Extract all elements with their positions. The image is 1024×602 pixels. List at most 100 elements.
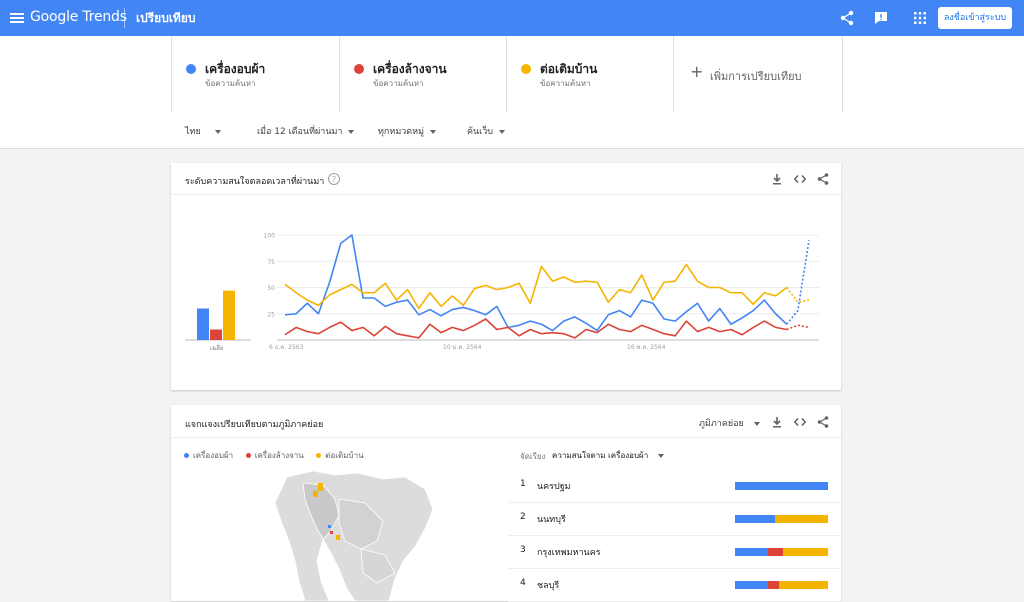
- series-line-partial[interactable]: [786, 287, 810, 304]
- feedback-icon[interactable]: [872, 9, 890, 27]
- filters-bar: ไทย เมื่อ 12 เดือนที่ผ่านมา ทุกหมวดหมู่ …: [0, 112, 1024, 149]
- average-label: เฉลี่ย: [210, 345, 224, 352]
- subregion-card-title: แจกแจงเปรียบเทียบตามภูมิภาคย่อย: [185, 420, 324, 430]
- resolution-selector[interactable]: ภูมิภาคย่อย: [699, 416, 760, 430]
- sort-selector[interactable]: ความสนใจตาม เครื่องอบผ้า: [552, 449, 665, 462]
- top-app-bar: Google Trends เปรียบเทียบ ลงชื่อเข้าสู่ร…: [0, 0, 1024, 36]
- app-logo[interactable]: Google Trends: [30, 9, 127, 25]
- legend-item: เครื่องล้างจาน: [245, 451, 304, 460]
- region-name: กรุงเทพมหานคร: [537, 548, 601, 558]
- term-1-type: ข้อความค้นหา: [205, 79, 256, 88]
- search-type-filter-label: ค้นเว็บ: [467, 127, 494, 137]
- region-share-segment: [735, 482, 828, 490]
- region-share-segment: [778, 581, 828, 589]
- region-share-segment: [735, 515, 775, 523]
- region-row[interactable]: 3 กรุงเทพมหานคร: [508, 536, 842, 569]
- legend-item: ต่อเติมบ้าน: [316, 451, 364, 460]
- sort-value: ความสนใจตาม เครื่องอบผ้า: [552, 451, 649, 460]
- resolution-label: ภูมิภาคย่อย: [699, 419, 744, 429]
- term-card-2[interactable]: เครื่องล้างจาน ข้อความค้นหา: [339, 36, 507, 112]
- region-share-segment: [774, 515, 828, 523]
- chevron-down-icon: [499, 129, 506, 134]
- add-comparison-button[interactable]: + เพิ่มการเปรียบเทียบ: [673, 36, 843, 112]
- term-card-3[interactable]: ต่อเติมบ้าน ข้อความค้นหา: [506, 36, 674, 112]
- region-share-segment: [768, 548, 784, 556]
- term-2-type: ข้อความค้นหา: [373, 79, 424, 88]
- legend-label: ต่อเติมบ้าน: [325, 451, 364, 460]
- interest-line-chart: 25 50 75 100 6 ธ.ค. 2563 10 ม.ค. 2564 16 พ.ค.…: [185, 233, 819, 351]
- region-row[interactable]: 1 นครปฐม: [508, 470, 842, 503]
- subregion-legend: เครื่องอบผ้า เครื่องล้างจาน ต่อเติมบ้าน: [184, 449, 374, 462]
- average-bar[interactable]: [197, 308, 209, 341]
- region-row[interactable]: 4 ชลบุรี: [508, 569, 842, 602]
- sign-in-button[interactable]: ลงชื่อเข้าสู่ระบบ: [938, 7, 1012, 29]
- y-tick-label: 25: [267, 311, 275, 318]
- term-3-color-dot: [521, 64, 531, 74]
- embed-icon[interactable]: [793, 415, 807, 429]
- period-filter[interactable]: เมื่อ 12 เดือนที่ผ่านมา: [257, 124, 355, 138]
- region-share-bar: [735, 482, 828, 490]
- sort-label: จัดเรียง: [520, 452, 546, 461]
- region-share-bar: [735, 548, 828, 556]
- map-region-marker[interactable]: [330, 531, 333, 534]
- region-filter-label: ไทย: [185, 127, 201, 137]
- plus-icon: +: [690, 62, 704, 81]
- card-header-divider: [171, 437, 841, 438]
- share-icon[interactable]: [838, 9, 856, 27]
- y-tick-label: 100: [264, 233, 276, 240]
- term-card-1[interactable]: เครื่องอบผ้า ข้อความค้นหา: [171, 36, 339, 112]
- category-filter-label: ทุกหมวดหมู่: [378, 127, 425, 137]
- region-share-segment: [783, 548, 828, 556]
- region-rank: 4: [520, 578, 526, 588]
- region-name: นครปฐม: [537, 482, 571, 492]
- legend-label: เครื่องอบผ้า: [193, 451, 234, 460]
- chevron-down-icon: [658, 453, 665, 458]
- term-1-color-dot: [186, 64, 196, 74]
- chevron-down-icon: [348, 129, 355, 134]
- region-rank: 1: [520, 479, 526, 489]
- share-icon[interactable]: [816, 415, 830, 429]
- chevron-down-icon: [214, 129, 221, 134]
- comparison-terms-bar: เครื่องอบผ้า ข้อความค้นหา เครื่องล้างจาน…: [0, 36, 1024, 113]
- region-share-segment: [735, 548, 769, 556]
- chevron-down-icon: [430, 129, 437, 134]
- y-tick-label: 75: [267, 259, 275, 266]
- x-tick-label: 16 พ.ค. 2564: [627, 344, 666, 351]
- map-region-marker[interactable]: [313, 491, 318, 497]
- x-tick-label: 6 ธ.ค. 2563: [269, 344, 304, 351]
- average-bar[interactable]: [223, 290, 235, 340]
- header-divider: [124, 8, 125, 28]
- category-filter[interactable]: ทุกหมวดหมู่: [378, 124, 437, 138]
- region-name: ชลบุรี: [537, 581, 560, 591]
- map-region-marker[interactable]: [328, 525, 331, 528]
- series-line-partial[interactable]: [786, 240, 810, 325]
- term-3-type: ข้อความค้นหา: [540, 79, 591, 88]
- download-icon[interactable]: [770, 415, 784, 429]
- region-filter[interactable]: ไทย: [185, 124, 221, 138]
- legend-label: เครื่องล้างจาน: [254, 451, 304, 460]
- page-title: เปรียบเทียบ: [136, 11, 196, 25]
- region-name: นนทบุรี: [537, 515, 566, 525]
- chevron-down-icon: [753, 421, 760, 426]
- region-rank: 3: [520, 545, 526, 555]
- region-share-bar: [735, 515, 828, 523]
- region-share-segment: [767, 581, 779, 589]
- region-share-bar: [735, 581, 828, 589]
- add-comparison-label: เพิ่มการเปรียบเทียบ: [710, 70, 802, 83]
- subregion-map[interactable]: [265, 469, 435, 601]
- region-rank: 2: [520, 512, 526, 522]
- y-tick-label: 50: [267, 285, 275, 292]
- region-row[interactable]: 2 นนทบุรี: [508, 503, 842, 536]
- region-share-segment: [735, 581, 768, 589]
- series-line[interactable]: [284, 318, 787, 339]
- legend-item: เครื่องอบผ้า: [184, 451, 233, 460]
- menu-icon[interactable]: [8, 9, 26, 27]
- map-region-marker[interactable]: [336, 535, 340, 540]
- map-region-marker[interactable]: [318, 483, 323, 491]
- x-tick-label: 10 ม.ค. 2564: [443, 344, 482, 351]
- apps-icon[interactable]: [911, 9, 929, 27]
- period-filter-label: เมื่อ 12 เดือนที่ผ่านมา: [257, 127, 343, 137]
- average-bar[interactable]: [210, 329, 222, 341]
- search-type-filter[interactable]: ค้นเว็บ: [467, 124, 506, 138]
- series-line-partial[interactable]: [786, 324, 810, 331]
